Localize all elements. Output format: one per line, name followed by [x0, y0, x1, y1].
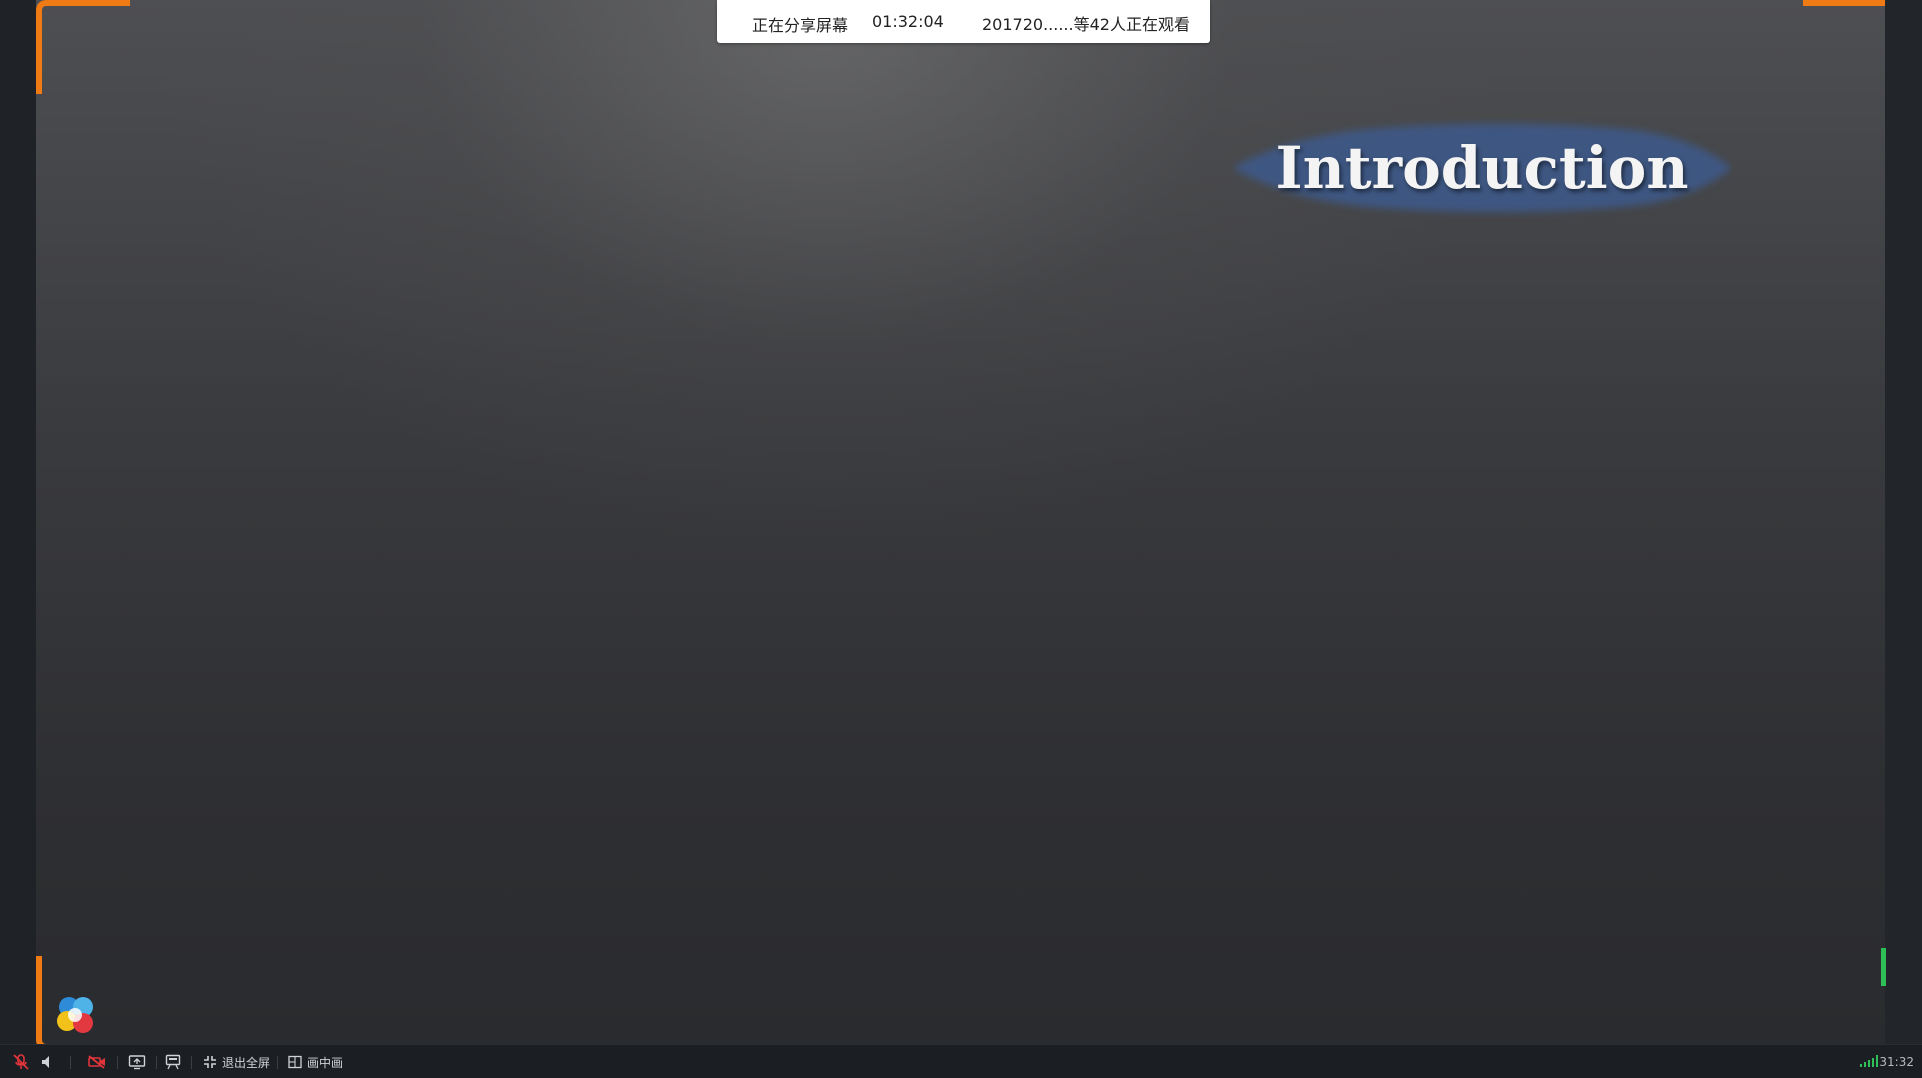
whiteboard-button[interactable]	[165, 1045, 181, 1078]
camera-button[interactable]	[87, 1045, 107, 1078]
side-indicator-fill	[1881, 948, 1886, 986]
slide-title-banner: Introduction	[1232, 118, 1732, 218]
right-border	[1884, 0, 1922, 1044]
mic-muted-icon	[13, 1054, 29, 1070]
meeting-control-bar: 退出全屏 画中画 31:32	[0, 1044, 1922, 1078]
mic-button[interactable]	[12, 1045, 30, 1078]
divider	[70, 1056, 71, 1069]
viewer-count-label[interactable]: 201720......等42人正在观看	[982, 11, 1190, 35]
clock: 31:32	[1879, 1055, 1914, 1069]
divider	[191, 1056, 192, 1069]
screen-share-status-bar[interactable]: 正在分享屏幕 01:32:04 201720......等42人正在观看	[717, 0, 1210, 43]
speaker-icon	[42, 1056, 49, 1068]
picture-in-picture-button[interactable]: 画中画	[288, 1045, 343, 1078]
picture-in-picture-icon	[288, 1055, 302, 1069]
share-screen-icon	[128, 1055, 146, 1070]
side-panel-handle[interactable]	[1879, 906, 1887, 986]
picture-in-picture-label: 画中画	[307, 1055, 344, 1070]
left-border	[0, 0, 36, 1044]
share-screen-button[interactable]	[128, 1045, 146, 1078]
exit-fullscreen-label: 退出全屏	[222, 1055, 271, 1070]
speaker-button[interactable]	[40, 1045, 56, 1078]
whiteboard-icon	[165, 1054, 181, 1070]
share-status-label: 正在分享屏幕	[752, 16, 849, 35]
divider	[277, 1056, 278, 1069]
app-logo-icon	[55, 993, 99, 1037]
divider	[156, 1056, 157, 1069]
divider	[117, 1056, 118, 1069]
exit-fullscreen-icon	[204, 1056, 216, 1068]
exit-fullscreen-button[interactable]: 退出全屏	[203, 1045, 270, 1078]
corner-bracket-top-right	[1803, 0, 1885, 94]
meeting-fullscreen-view: Introduction 正在分享屏幕 01:32:04 201720.....…	[0, 0, 1922, 1078]
share-elapsed-time: 01:32:04	[872, 12, 944, 31]
camera-off-icon	[88, 1055, 105, 1069]
corner-bracket-bottom-right	[1803, 956, 1885, 1050]
corner-bracket-top-left	[36, 0, 130, 94]
slide-title: Introduction	[1275, 134, 1689, 202]
signal-icon	[1860, 1055, 1878, 1070]
